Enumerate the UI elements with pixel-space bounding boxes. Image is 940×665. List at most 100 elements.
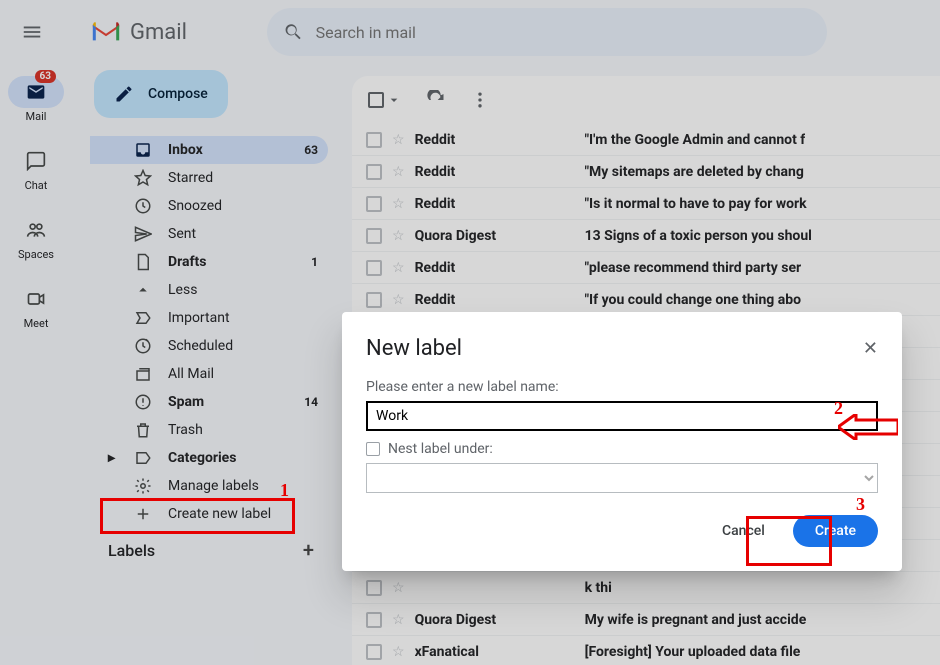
sidebar-item-categories[interactable]: ▸Categories xyxy=(90,444,328,472)
gmail-logo[interactable]: Gmail xyxy=(90,20,187,45)
mail-checkbox[interactable] xyxy=(366,260,382,276)
mail-sender: xFanatical xyxy=(415,644,575,660)
new-label-dialog: New label ✕ Please enter a new label nam… xyxy=(342,312,902,571)
rail-chat[interactable]: Chat xyxy=(8,145,64,192)
star-icon[interactable]: ☆ xyxy=(392,196,405,212)
star-icon[interactable]: ☆ xyxy=(392,132,405,148)
mail-checkbox[interactable] xyxy=(366,580,382,596)
select-all[interactable] xyxy=(368,92,402,108)
mail-checkbox[interactable] xyxy=(366,644,382,660)
mail-row[interactable]: ☆ Reddit "Is it normal to have to pay for … xyxy=(352,188,940,220)
rail-spaces-label: Spaces xyxy=(18,248,54,261)
sidebar-item-spam[interactable]: Spam14 xyxy=(90,388,328,416)
rail-chat-label: Chat xyxy=(25,179,48,192)
star-icon[interactable]: ☆ xyxy=(392,292,405,308)
mail-sender: Reddit xyxy=(415,164,575,180)
rail-meet[interactable]: Meet xyxy=(8,283,64,330)
mail-row[interactable]: ☆ Quora Digest My wife is pregnant and jus… xyxy=(352,604,940,636)
schedule-icon xyxy=(134,337,152,355)
rail-meet-label: Meet xyxy=(24,317,49,330)
cancel-button[interactable]: Cancel xyxy=(706,515,781,547)
nest-checkbox[interactable] xyxy=(366,442,380,456)
rail-spaces[interactable]: Spaces xyxy=(8,214,64,261)
sidebar-item-label: Snoozed xyxy=(168,198,222,214)
sidebar-item-snoozed[interactable]: Snoozed xyxy=(90,192,328,220)
mail-row[interactable]: ☆ Reddit "I'm the Google Admin and cannot … xyxy=(352,124,940,156)
nest-select[interactable] xyxy=(366,463,878,493)
star-icon[interactable]: ☆ xyxy=(392,164,405,180)
mail-row[interactable]: ☆Reddit"please recommend third party ser xyxy=(352,252,940,284)
mail-subject: "Is it normal to have to pay for work xyxy=(585,196,807,212)
mail-checkbox[interactable] xyxy=(366,196,382,212)
alert-icon xyxy=(134,393,152,411)
stack-icon xyxy=(134,365,152,383)
pencil-icon xyxy=(114,84,134,104)
labels-header: Labels + xyxy=(90,528,328,568)
sidebar-item-all-mail[interactable]: All Mail xyxy=(90,360,328,388)
mail-sender: Quora Digest xyxy=(415,612,575,628)
file-icon xyxy=(134,253,152,271)
mail-subject: My wife is pregnant and just accide xyxy=(585,612,807,628)
dialog-title: New label xyxy=(366,336,462,361)
sidebar-item-trash[interactable]: Trash xyxy=(90,416,328,444)
mail-checkbox[interactable] xyxy=(366,132,382,148)
mail-row[interactable]: ☆k thi xyxy=(352,572,940,604)
label-name-input[interactable] xyxy=(366,401,878,431)
app-title: Gmail xyxy=(130,20,187,45)
mail-subject: "If you could change one thing abo xyxy=(585,292,802,308)
mail-row[interactable]: ☆Reddit"My sitemaps are deleted by chang xyxy=(352,156,940,188)
mail-row[interactable]: ☆ xFanatical [Foresight] Your uploaded dat… xyxy=(352,636,940,665)
sidebar-item-inbox[interactable]: Inbox63 xyxy=(90,136,328,164)
mail-checkbox[interactable] xyxy=(366,612,382,628)
mail-subject: [Foresight] Your uploaded data file xyxy=(585,644,801,660)
sidebar-item-less[interactable]: Less xyxy=(90,276,328,304)
create-button[interactable]: Create xyxy=(793,515,878,547)
mail-toolbar xyxy=(352,76,940,124)
dropdown-icon xyxy=(386,92,402,108)
close-icon[interactable]: ✕ xyxy=(863,338,878,359)
left-rail: 63 Mail Chat Spaces Meet xyxy=(0,64,72,665)
search-input[interactable] xyxy=(316,23,811,42)
sidebar-item-important[interactable]: Important xyxy=(90,304,328,332)
star-icon[interactable]: ☆ xyxy=(392,580,405,596)
mail-checkbox[interactable] xyxy=(366,164,382,180)
sidebar-item-label: Scheduled xyxy=(168,338,233,354)
spaces-icon xyxy=(26,220,46,240)
star-icon[interactable]: ☆ xyxy=(392,228,405,244)
search-bar[interactable] xyxy=(267,8,827,56)
sidebar-item-label: Drafts xyxy=(168,254,206,270)
refresh-icon[interactable] xyxy=(426,90,446,110)
sidebar-item-count: 63 xyxy=(304,143,318,157)
more-icon[interactable] xyxy=(470,90,490,110)
compose-button[interactable]: Compose xyxy=(94,70,228,118)
star-icon[interactable]: ☆ xyxy=(392,260,405,276)
hamburger-menu-icon[interactable] xyxy=(8,8,56,56)
mail-sender: Reddit xyxy=(415,196,575,212)
mail-subject: 13 Signs of a toxic person you shoul xyxy=(585,228,812,244)
gear-icon xyxy=(134,477,152,495)
sidebar-item-sent[interactable]: Sent xyxy=(90,220,328,248)
mail-sender: Quora Digest xyxy=(415,228,575,244)
sidebar-item-label: Trash xyxy=(168,422,203,438)
sidebar-item-create-new-label[interactable]: Create new label xyxy=(90,500,328,528)
add-label-icon[interactable]: + xyxy=(303,538,314,562)
sidebar-item-count: 14 xyxy=(304,395,318,409)
star-icon[interactable]: ☆ xyxy=(392,644,405,660)
rail-mail[interactable]: 63 Mail xyxy=(8,76,64,123)
sidebar: Compose Inbox63StarredSnoozedSentDrafts1… xyxy=(80,70,336,665)
sidebar-item-drafts[interactable]: Drafts1 xyxy=(90,248,328,276)
sidebar-item-scheduled[interactable]: Scheduled xyxy=(90,332,328,360)
mail-row[interactable]: ☆ Quora Digest 13 Signs of a toxic person … xyxy=(352,220,940,252)
chat-icon xyxy=(26,151,46,171)
mail-sender: Reddit xyxy=(415,132,575,148)
sidebar-item-label: All Mail xyxy=(168,366,214,382)
mail-subject: "please recommend third party ser xyxy=(585,260,802,276)
star-icon[interactable]: ☆ xyxy=(392,612,405,628)
header: Gmail xyxy=(0,0,940,64)
sidebar-item-starred[interactable]: Starred xyxy=(90,164,328,192)
label-icon xyxy=(134,449,152,467)
mail-checkbox[interactable] xyxy=(366,292,382,308)
sidebar-item-manage-labels[interactable]: Manage labels xyxy=(90,472,328,500)
mail-subject: "I'm the Google Admin and cannot f xyxy=(585,132,806,148)
mail-checkbox[interactable] xyxy=(366,228,382,244)
